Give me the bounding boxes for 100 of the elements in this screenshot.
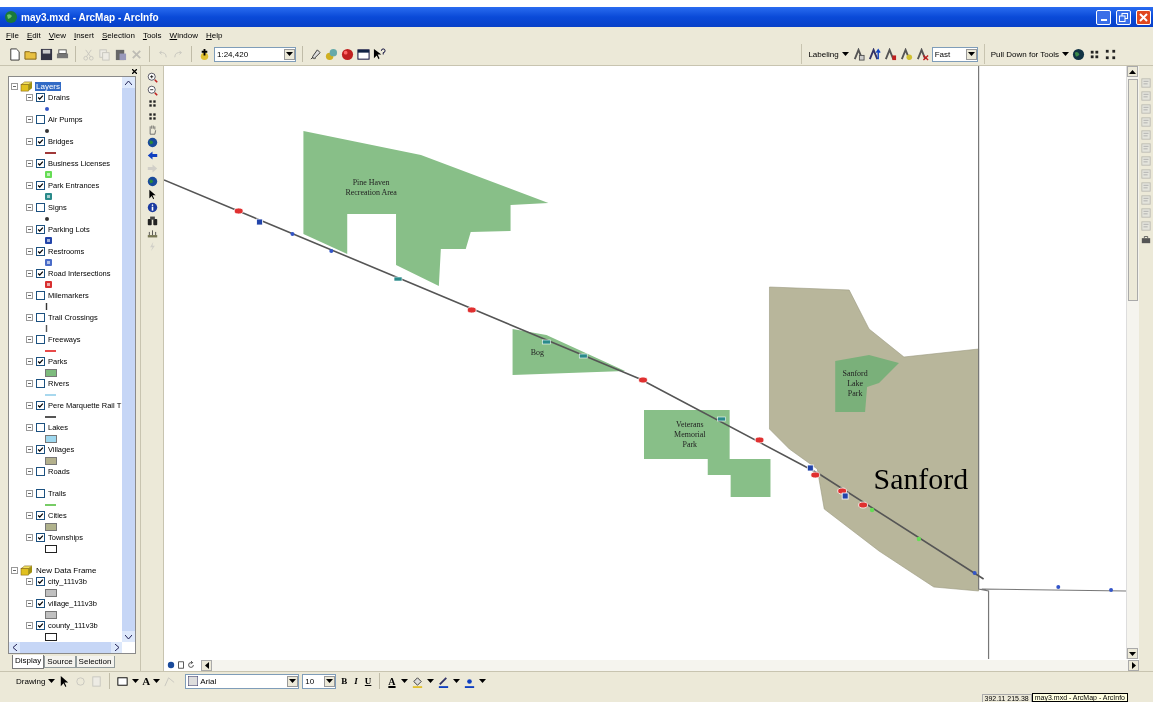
globe-icon[interactable] xyxy=(146,176,158,187)
scrollbar[interactable] xyxy=(201,659,1139,671)
collapse-icon[interactable] xyxy=(26,622,33,629)
collapse-icon[interactable] xyxy=(26,270,33,277)
layer-checkbox[interactable] xyxy=(36,313,45,322)
menu-item[interactable]: Window xyxy=(169,30,199,40)
drawing-menu[interactable]: Drawing xyxy=(16,676,46,686)
layer-checkbox[interactable] xyxy=(36,181,45,190)
collapse-icon[interactable] xyxy=(26,116,33,123)
scroll-down-icon[interactable] xyxy=(122,631,135,642)
label-manager-icon[interactable] xyxy=(851,47,865,61)
layer-checkbox[interactable] xyxy=(36,291,45,300)
layer-checkbox[interactable] xyxy=(36,577,45,586)
layer-checkbox[interactable] xyxy=(36,401,45,410)
layer-checkbox[interactable] xyxy=(36,225,45,234)
panel-tab[interactable]: Source xyxy=(44,656,76,668)
caret-icon[interactable] xyxy=(841,52,849,56)
collapse-icon[interactable] xyxy=(26,600,33,607)
map[interactable]: Pine Haven Recreation Area Bog Veterans Memorial Park Sanford Lake Park Sanford xyxy=(164,66,1126,659)
measure-icon[interactable] xyxy=(146,228,158,239)
label-view-icon[interactable] xyxy=(899,47,913,61)
editor-icon[interactable] xyxy=(309,47,322,61)
line-color-icon[interactable] xyxy=(436,674,450,688)
menu-item[interactable]: Edit xyxy=(26,30,41,40)
layer-checkbox[interactable] xyxy=(36,137,45,146)
collapse-icon[interactable] xyxy=(26,358,33,365)
layer-checkbox[interactable] xyxy=(36,269,45,278)
layer-checkbox[interactable] xyxy=(36,247,45,256)
font-dropdown[interactable]: Arial xyxy=(185,673,300,689)
layer-checkbox[interactable] xyxy=(36,335,45,344)
layer-checkbox[interactable] xyxy=(36,533,45,542)
underline-button[interactable]: U xyxy=(362,676,374,686)
caret-icon[interactable] xyxy=(400,679,408,683)
bold-button[interactable]: B xyxy=(339,676,350,686)
binoculars-icon[interactable] xyxy=(146,215,158,226)
layer-checkbox[interactable] xyxy=(36,511,45,520)
scrollbar[interactable] xyxy=(9,642,122,653)
collapse-icon[interactable] xyxy=(26,94,33,101)
collapse-icon[interactable] xyxy=(26,424,33,431)
caret-icon[interactable] xyxy=(1062,52,1069,56)
quality-dropdown[interactable]: Fast xyxy=(931,46,978,62)
layer-checkbox[interactable] xyxy=(36,357,45,366)
minimize-button[interactable] xyxy=(1096,9,1111,25)
caret-icon[interactable] xyxy=(153,679,161,683)
collapse-icon[interactable] xyxy=(26,204,33,211)
collapse-icon[interactable] xyxy=(26,534,33,541)
menu-item[interactable]: Help xyxy=(206,30,223,40)
layer-checkbox[interactable] xyxy=(36,93,45,102)
collapse-icon[interactable] xyxy=(26,226,33,233)
layer-checkbox[interactable] xyxy=(36,379,45,388)
save-icon[interactable] xyxy=(40,47,53,61)
collapse-icon[interactable] xyxy=(26,160,33,167)
label-arrow-icon[interactable] xyxy=(867,47,881,61)
panel-tab[interactable]: Display xyxy=(12,655,45,669)
collapse-icon[interactable] xyxy=(26,138,33,145)
data-view-icon[interactable] xyxy=(167,661,175,669)
globe-icon[interactable] xyxy=(146,137,158,148)
caret-icon[interactable] xyxy=(426,679,434,683)
layer-checkbox[interactable] xyxy=(36,489,45,498)
panel-tab[interactable]: Selection xyxy=(75,656,115,668)
layer-checkbox[interactable] xyxy=(36,445,45,454)
layer-checkbox[interactable] xyxy=(36,203,45,212)
layer-checkbox[interactable] xyxy=(36,423,45,432)
printer-icon[interactable] xyxy=(56,47,69,61)
scroll-right-icon[interactable] xyxy=(111,642,122,653)
menu-item[interactable]: Insert xyxy=(73,30,94,40)
layer-checkbox[interactable] xyxy=(36,467,45,476)
scrollbar[interactable] xyxy=(1126,66,1139,659)
menu-item[interactable]: Selection xyxy=(101,30,135,40)
refresh-icon[interactable] xyxy=(187,661,195,669)
data-frame-item[interactable]: New Data Frame xyxy=(35,566,98,575)
collapse-icon[interactable] xyxy=(26,182,33,189)
grid-icon[interactable] xyxy=(146,98,158,109)
new-text-button[interactable]: A xyxy=(142,675,151,687)
scroll-up-icon[interactable] xyxy=(1127,66,1138,77)
font-color-button[interactable]: A xyxy=(386,675,398,687)
layer-checkbox[interactable] xyxy=(36,159,45,168)
grid-icon[interactable] xyxy=(146,111,158,122)
rectangle-icon[interactable] xyxy=(116,674,130,688)
collapse-icon[interactable] xyxy=(26,314,33,321)
collapse-icon[interactable] xyxy=(26,468,33,475)
scroll-left-icon[interactable] xyxy=(9,642,20,653)
label-lock-icon[interactable] xyxy=(883,47,897,61)
tools-menu[interactable]: Pull Down for Tools xyxy=(990,49,1059,59)
close-icon[interactable] xyxy=(132,68,137,74)
scroll-left-icon[interactable] xyxy=(201,659,212,671)
collapse-icon[interactable] xyxy=(26,446,33,453)
menu-item[interactable]: View xyxy=(48,30,66,40)
paste-icon[interactable] xyxy=(114,47,127,61)
labeling-menu[interactable]: Labeling xyxy=(808,49,839,59)
scroll-down-icon[interactable] xyxy=(1127,648,1138,659)
caret-icon[interactable] xyxy=(48,679,56,683)
layer-checkbox[interactable] xyxy=(36,115,45,124)
globe-icon[interactable] xyxy=(1072,47,1085,61)
collapse-icon[interactable] xyxy=(26,578,33,585)
data-frame-item[interactable]: Layers xyxy=(35,82,61,91)
label-remove-icon[interactable] xyxy=(915,47,929,61)
collapse-icon[interactable] xyxy=(26,402,33,409)
add-data-icon[interactable] xyxy=(198,47,211,61)
collapse-icon[interactable] xyxy=(26,512,33,519)
